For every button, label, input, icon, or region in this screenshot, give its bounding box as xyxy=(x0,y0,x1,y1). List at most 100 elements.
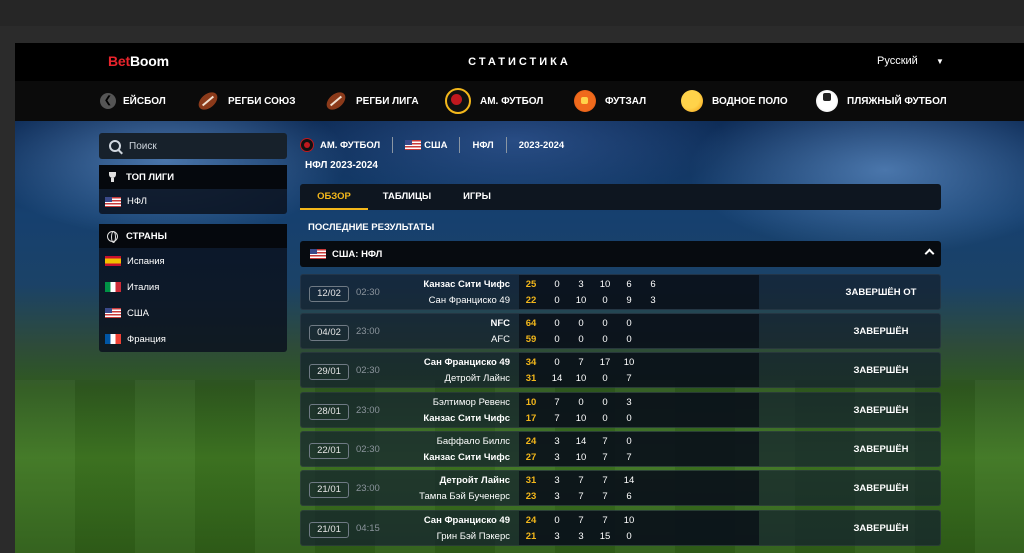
score-total: 34 xyxy=(525,357,537,368)
usa-flag-icon xyxy=(310,249,326,259)
score-period: 0 xyxy=(602,397,608,408)
match-row[interactable]: 21/01 04:15 Сан Франциско 49 Грин Бэй Пэкер… xyxy=(300,510,941,546)
group-label: США: НФЛ xyxy=(332,248,383,260)
score-period: 14 xyxy=(575,436,587,447)
sidebar-item-usa[interactable]: США xyxy=(99,300,287,326)
usa-flag-icon xyxy=(105,196,121,207)
score-period: 7 xyxy=(578,515,584,526)
score-period: 0 xyxy=(554,295,560,306)
score-period: 0 xyxy=(554,279,560,290)
chevron-down-icon[interactable]: ▼ xyxy=(936,57,944,66)
score-period: 3 xyxy=(554,475,560,486)
score-period: 0 xyxy=(626,436,632,447)
score-total: 59 xyxy=(525,334,537,345)
score-period: 7 xyxy=(602,515,608,526)
score-grid: 24 3 14 7 0 27 3 10 7 7 xyxy=(519,432,759,466)
sidebar-item-italy[interactable]: Италия xyxy=(99,274,287,300)
tab-games[interactable]: ИГРЫ xyxy=(446,184,508,210)
group-header[interactable]: США: НФЛ xyxy=(300,241,941,267)
breadcrumb-league[interactable]: НФЛ xyxy=(472,140,493,151)
score-total: 25 xyxy=(525,279,537,290)
search-icon xyxy=(109,140,121,152)
match-row[interactable]: 21/01 23:00 Детройт Лайнс Тампа Бэй Бученер… xyxy=(300,470,941,506)
score-period: 7 xyxy=(602,452,608,463)
score-total: 22 xyxy=(525,295,537,306)
breadcrumb-sport[interactable]: АМ. ФУТБОЛ xyxy=(300,138,380,152)
italy-flag-icon xyxy=(105,282,121,292)
sidebar-item-spain[interactable]: Испания xyxy=(99,248,287,274)
breadcrumb-country[interactable]: США xyxy=(405,140,447,151)
match-time: 23:00 xyxy=(356,483,380,494)
search-input[interactable] xyxy=(129,140,279,152)
tabs-bar: ОБЗОР ТАБЛИЦЫ ИГРЫ xyxy=(300,184,941,210)
team-away: Сан Франциско 49 xyxy=(428,295,510,306)
score-total: 64 xyxy=(525,318,537,329)
team-home: Сан Франциско 49 xyxy=(423,357,510,368)
chevron-up-icon[interactable] xyxy=(924,248,935,259)
sidebar-item-france[interactable]: Франция xyxy=(99,326,287,352)
sport-tab-beach-soccer[interactable]: ПЛЯЖНЫЙ ФУТБОЛ xyxy=(816,81,947,121)
sport-tab-rugby-league[interactable]: РЕГБИ ЛИГА xyxy=(320,81,419,121)
sidebar-item-label: Италия xyxy=(127,281,160,293)
page-title: СТАТИСТИКА xyxy=(468,56,571,68)
match-date: 12/02 xyxy=(309,286,349,302)
sport-label: ВОДНОЕ ПОЛО xyxy=(712,95,788,107)
breadcrumb-separator xyxy=(392,137,394,153)
breadcrumb-label: НФЛ xyxy=(472,139,494,151)
score-period: 0 xyxy=(602,413,608,424)
score-total: 17 xyxy=(525,413,537,424)
nav-prev-arrow-icon[interactable]: ❮ xyxy=(100,93,116,109)
sidebar-item-label: Франция xyxy=(127,333,166,345)
sports-nav: ❮ ЕЙСБОЛ РЕГБИ СОЮЗ РЕГБИ ЛИГА АМ. ФУТБО… xyxy=(15,81,1024,121)
score-period: 0 xyxy=(578,334,584,345)
match-time: 04:15 xyxy=(356,523,380,534)
match-status: ЗАВЕРШЁН xyxy=(853,523,909,534)
tab-overview[interactable]: ОБЗОР xyxy=(300,184,368,210)
language-select[interactable]: Русский xyxy=(877,55,918,67)
score-grid: 34 0 7 17 10 31 14 10 0 7 xyxy=(519,353,759,387)
france-flag-icon xyxy=(105,334,121,344)
sidebar-item-label: НФЛ xyxy=(127,196,148,207)
score-total: 21 xyxy=(525,531,537,542)
team-away: Тампа Бэй Бученерс xyxy=(419,491,510,502)
sport-tab-american-football[interactable]: АМ. ФУТБОЛ xyxy=(445,81,543,121)
usa-flag-icon xyxy=(405,140,422,150)
spain-flag-icon xyxy=(105,256,121,266)
sport-tab-baseball[interactable]: ЕЙСБОЛ xyxy=(123,81,166,121)
trophy-icon xyxy=(107,172,118,182)
team-home: Сан Франциско 49 xyxy=(423,515,510,526)
sidebar-item-label: США xyxy=(127,307,149,319)
sidebar-item-nfl[interactable]: НФЛ xyxy=(99,189,287,214)
rugby-ball-icon xyxy=(320,85,352,117)
score-period: 0 xyxy=(554,515,560,526)
score-period: 0 xyxy=(626,318,632,329)
match-status: ЗАВЕРШЁН xyxy=(853,483,909,494)
score-period: 10 xyxy=(575,373,587,384)
score-total: 31 xyxy=(525,475,537,486)
sport-tab-futsal[interactable]: ФУТЗАЛ xyxy=(574,81,646,121)
breadcrumb-season[interactable]: 2023-2024 xyxy=(519,140,564,151)
search-box[interactable] xyxy=(99,133,287,159)
sport-label: ЕЙСБОЛ xyxy=(123,95,166,107)
beach-soccer-ball-icon xyxy=(816,90,838,112)
match-row[interactable]: 22/01 02:30 Баффало Биллс Канзас Сити Чифс 2… xyxy=(300,431,941,467)
match-status: ЗАВЕРШЁН ОТ xyxy=(845,287,917,298)
team-away: AFC xyxy=(491,334,510,345)
sport-tab-rugby-union[interactable]: РЕГБИ СОЮЗ xyxy=(192,81,296,121)
score-period: 0 xyxy=(602,334,608,345)
match-row[interactable]: 12/02 02:30 Канзас Сити Чифс Сан Франциско … xyxy=(300,274,941,310)
usa-flag-icon xyxy=(105,308,121,318)
sport-label: АМ. ФУТБОЛ xyxy=(480,95,544,107)
score-period: 10 xyxy=(623,515,635,526)
sport-tab-water-polo[interactable]: ВОДНОЕ ПОЛО xyxy=(681,81,788,121)
match-status: ЗАВЕРШЁН xyxy=(853,405,909,416)
match-row[interactable]: 29/01 02:30 Сан Франциско 49 Детройт Лайнс 3… xyxy=(300,352,941,388)
tab-tables[interactable]: ТАБЛИЦЫ xyxy=(368,184,446,210)
match-row[interactable]: 04/02 23:00 NFC AFC 64 0 0 0 0 59 0 0 0 0 ЗАВЕРШЁН xyxy=(300,313,941,349)
team-away: Канзас Сити Чифс xyxy=(423,452,510,463)
top-leagues-header: ТОП ЛИГИ xyxy=(99,165,287,189)
match-date: 21/01 xyxy=(309,522,349,538)
breadcrumb-label: США xyxy=(424,139,448,151)
match-row[interactable]: 28/01 23:00 Бэлтимор Ревенс Канзас Сити Чиф… xyxy=(300,392,941,428)
breadcrumb: АМ. ФУТБОЛ США НФЛ 2023-2024 xyxy=(300,137,564,153)
